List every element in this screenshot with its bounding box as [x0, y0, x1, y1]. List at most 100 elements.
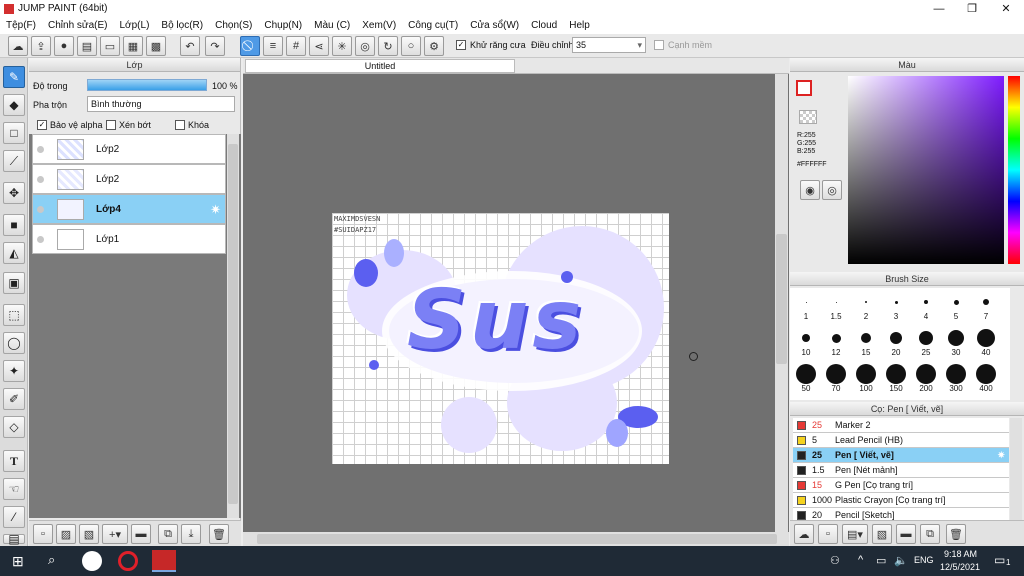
layer-row[interactable]: Lớp2 — [32, 134, 226, 164]
color-picker-square[interactable] — [848, 76, 1004, 264]
menu-capture[interactable]: Chụp(N) — [258, 18, 308, 34]
magic-wand-tool-icon[interactable]: ✦ — [3, 360, 25, 382]
horizontal-scrollbar[interactable] — [243, 532, 789, 546]
visibility-icon[interactable] — [37, 236, 44, 243]
lock-checkbox[interactable] — [175, 120, 185, 130]
new-brush-icon[interactable]: ▫ — [818, 524, 838, 544]
protect-alpha-checkbox[interactable]: ✓ — [37, 120, 47, 130]
brush-size-option[interactable]: 40 — [972, 326, 1000, 360]
brush-size-option[interactable]: 30 — [942, 326, 970, 360]
opacity-slider[interactable] — [87, 79, 207, 91]
menu-help[interactable]: Help — [563, 18, 596, 34]
new-vector-layer-icon[interactable]: ▧ — [79, 524, 99, 544]
more-tool-icon[interactable]: ▤ — [3, 532, 25, 546]
line-tool-icon[interactable]: ⟋ — [3, 150, 25, 172]
foreground-color[interactable] — [796, 80, 812, 96]
menu-layer[interactable]: Lớp(L) — [114, 18, 156, 34]
new-layer-icon[interactable]: ▫ — [33, 524, 53, 544]
folder-icon[interactable]: ▬ — [131, 524, 151, 544]
fill-shape-tool-icon[interactable]: ■ — [3, 214, 25, 236]
crosshatch-snap-icon[interactable]: # — [286, 36, 306, 56]
share-icon[interactable]: ⇪ — [31, 36, 51, 56]
brush-item[interactable]: 5 Lead Pencil (HB) — [793, 433, 1009, 448]
opera-app-icon[interactable] — [118, 551, 138, 571]
visibility-icon[interactable] — [37, 146, 44, 153]
parallel-snap-icon[interactable]: ≡ — [263, 36, 283, 56]
layer-row[interactable]: Lớp1 — [32, 224, 226, 254]
visibility-icon[interactable] — [37, 176, 44, 183]
pen-tool-icon[interactable]: ✎ — [3, 66, 25, 88]
new-halftone-layer-icon[interactable]: ▨ — [56, 524, 76, 544]
brush-size-option[interactable]: 3 — [882, 290, 910, 324]
jump-paint-app-icon[interactable] — [152, 550, 176, 572]
eyedropper-tool-icon[interactable]: ⁄ — [3, 506, 25, 528]
scroll-thumb[interactable] — [257, 534, 777, 544]
blend-select[interactable]: Bình thường — [87, 96, 235, 112]
brush-size-option[interactable]: 7 — [972, 290, 1000, 324]
brush-size-option[interactable]: 5 — [942, 290, 970, 324]
layer-scrollbar[interactable] — [227, 134, 239, 518]
search-icon[interactable]: ⌕ — [48, 552, 55, 568]
page-icon[interactable]: ▭ — [100, 36, 120, 56]
scroll-thumb[interactable] — [228, 144, 238, 504]
brush-size-option[interactable]: 300 — [942, 362, 970, 396]
windows-start-icon[interactable]: ⊞ — [12, 553, 24, 570]
brush-size-option[interactable]: 400 — [972, 362, 1000, 396]
menu-tools[interactable]: Công cụ(T) — [402, 18, 464, 34]
network-icon[interactable]: ▭ — [876, 554, 886, 567]
visibility-icon[interactable] — [37, 206, 44, 213]
volume-icon[interactable]: 🔈 — [894, 554, 908, 567]
move-tool-icon[interactable]: ✥ — [3, 182, 25, 204]
smooth-edge-checkbox[interactable] — [654, 40, 664, 50]
brush-item[interactable]: 25 Marker 2 — [793, 418, 1009, 433]
menu-window[interactable]: Cửa sổ(W) — [464, 18, 525, 34]
color-set-icon[interactable]: ◉ — [800, 180, 820, 200]
add-layer-menu-icon[interactable]: +▾ — [102, 524, 128, 544]
menu-color[interactable]: Màu (C) — [308, 18, 356, 34]
brush-duplicate-icon[interactable]: ⧉ — [920, 524, 940, 544]
comment-icon[interactable]: ▤ — [77, 36, 97, 56]
grid-edit-icon[interactable]: ▩ — [146, 36, 166, 56]
snap-off-icon[interactable]: ⃠ — [240, 36, 260, 56]
transparent-color[interactable] — [799, 110, 817, 124]
brush-import-icon[interactable]: ▧ — [872, 524, 892, 544]
curve-snap-icon[interactable]: ↻ — [378, 36, 398, 56]
menu-select[interactable]: Chọn(S) — [209, 18, 258, 34]
hand-tool-icon[interactable]: ☜ — [3, 478, 25, 500]
brush-size-option[interactable]: 70 — [822, 362, 850, 396]
settings-snap-icon[interactable]: ⚙ — [424, 36, 444, 56]
brush-size-option[interactable]: 12 — [822, 326, 850, 360]
grid-panel-icon[interactable]: ▦ — [123, 36, 143, 56]
clip-checkbox[interactable] — [106, 120, 116, 130]
select-rect-tool-icon[interactable]: ⬚ — [3, 304, 25, 326]
language-indicator[interactable]: ENG — [914, 555, 934, 565]
vanishing-snap-icon[interactable]: ⋖ — [309, 36, 329, 56]
close-button[interactable]: ✕ — [989, 0, 1023, 18]
brush-size-option[interactable]: 100 — [852, 362, 880, 396]
minimize-button[interactable]: — — [922, 0, 956, 18]
brush-item[interactable]: 1.5 Pen [Nét mảnh] — [793, 463, 1009, 478]
hue-slider[interactable] — [1008, 76, 1020, 264]
cloud-sync-icon[interactable]: ☁ — [8, 36, 28, 56]
palette-icon[interactable]: ◎ — [822, 180, 842, 200]
antialias-checkbox[interactable]: ✓ — [456, 40, 466, 50]
brush-size-option[interactable]: 20 — [882, 326, 910, 360]
brush-item[interactable]: 1000 Plastic Crayon [Cọ trang trí] — [793, 493, 1009, 508]
gradient-tool-icon[interactable]: ▣ — [3, 272, 25, 294]
eraser-tool-icon[interactable]: ◆ — [3, 94, 25, 116]
lasso-tool-icon[interactable]: ◯ — [3, 332, 25, 354]
brush-menu-icon[interactable]: ▤▾ — [842, 524, 868, 544]
merge-icon[interactable]: ⤓ — [181, 524, 201, 544]
menu-cloud[interactable]: Cloud — [525, 18, 563, 34]
brush-item[interactable]: 25 Pen [ Viết, vẽ] ✷ — [793, 448, 1009, 463]
duplicate-icon[interactable]: ⧉ — [158, 524, 178, 544]
people-icon[interactable]: ⚇ — [830, 554, 840, 567]
select-pen-tool-icon[interactable]: ✐ — [3, 388, 25, 410]
brush-folder-icon[interactable]: ▬ — [896, 524, 916, 544]
brush-size-option[interactable]: 1 — [792, 290, 820, 324]
clock-date[interactable]: 12/5/2021 — [940, 562, 980, 572]
brush-size-option[interactable]: 10 — [792, 326, 820, 360]
brush-size-option[interactable]: 150 — [882, 362, 910, 396]
bucket-tool-icon[interactable]: ◭ — [3, 242, 25, 264]
scroll-thumb[interactable] — [776, 234, 787, 364]
